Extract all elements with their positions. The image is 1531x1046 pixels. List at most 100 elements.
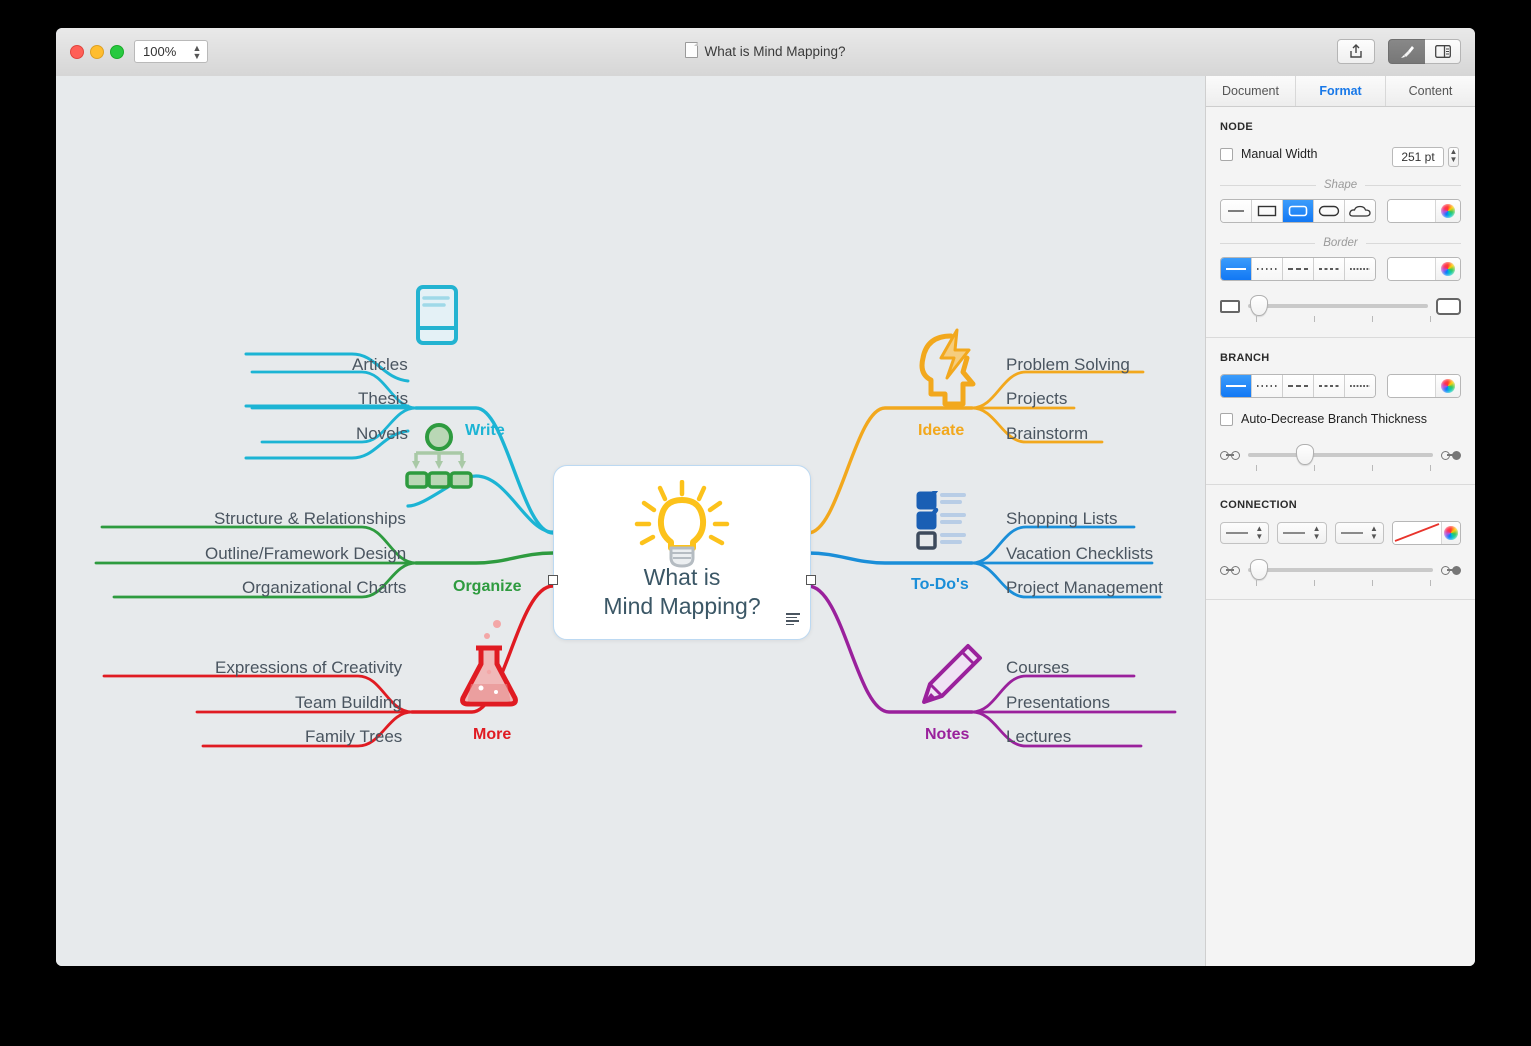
tab-document[interactable]: Document <box>1206 76 1296 106</box>
leaf-label-shopping-lists[interactable]: Shopping Lists <box>1006 509 1118 529</box>
window-title-area: What is Mind Mapping? <box>56 42 1475 59</box>
divider-connection-bottom <box>1206 599 1475 600</box>
shape-option-line[interactable] <box>1221 200 1252 222</box>
shape-option-rounded-rect[interactable] <box>1283 200 1314 222</box>
head-lightning-icon <box>919 328 976 407</box>
format-button[interactable] <box>1388 39 1426 64</box>
color-wheel-icon <box>1441 204 1455 218</box>
node-fill-swatch[interactable] <box>1388 200 1435 222</box>
corner-large-icon <box>1436 297 1461 315</box>
leaf-label-thesis[interactable]: Thesis <box>358 389 408 409</box>
branch-style-dashed-medium[interactable] <box>1314 375 1345 397</box>
connection-color-swatch[interactable] <box>1392 522 1441 544</box>
leaf-label-organizational-charts[interactable]: Organizational Charts <box>242 578 406 598</box>
shape-segmented-control[interactable] <box>1220 199 1376 223</box>
leaf-label-courses[interactable]: Courses <box>1006 658 1069 678</box>
leaf-label-brainstorm[interactable]: Brainstorm <box>1006 424 1088 444</box>
note-indicator-icon[interactable] <box>786 613 800 626</box>
border-corner-slider-knob[interactable] <box>1250 295 1268 316</box>
leaf-label-structure-relationships[interactable]: Structure & Relationships <box>214 509 406 529</box>
leaf-label-problem-solving[interactable]: Problem Solving <box>1006 355 1130 375</box>
border-style-dashed-medium[interactable] <box>1314 258 1345 280</box>
leaf-label-team-building[interactable]: Team Building <box>295 693 402 713</box>
border-corner-slider-track[interactable] <box>1248 295 1431 322</box>
leaf-label-projects[interactable]: Projects <box>1006 389 1067 409</box>
connection-style-row: ▲ ▼ ▲ ▼ ▲ ▼ <box>1220 521 1462 545</box>
border-style-dotted[interactable] <box>1252 258 1283 280</box>
border-color-swatch[interactable] <box>1388 258 1435 280</box>
branch-style-dashed-long[interactable] <box>1283 375 1314 397</box>
branch-label-notes[interactable]: Notes <box>925 726 969 744</box>
branch-style-dashed-fine[interactable] <box>1345 375 1375 397</box>
chevron-updown-icon: ▲ ▼ <box>1312 524 1321 541</box>
auto-decrease-checkbox[interactable] <box>1220 412 1233 426</box>
shape-option-rectangle[interactable] <box>1252 200 1283 222</box>
window-title: What is Mind Mapping? <box>704 44 846 59</box>
connection-line-style-popup[interactable]: ▲ ▼ <box>1277 522 1327 544</box>
line-preview-icon <box>1283 532 1306 534</box>
branch-thickness-slider-knob[interactable] <box>1296 444 1314 465</box>
manual-width-checkbox[interactable] <box>1220 147 1233 161</box>
branch-label-more[interactable]: More <box>473 726 511 744</box>
share-button[interactable] <box>1337 39 1375 64</box>
inspector-toggle-button[interactable] <box>1425 39 1461 64</box>
connection-line-end-popup[interactable]: ▲ ▼ <box>1334 522 1384 544</box>
thin-link-icon <box>1220 565 1240 575</box>
node-width-stepper[interactable]: ▲ ▼ <box>1448 147 1459 167</box>
border-colorwell[interactable] <box>1387 257 1461 281</box>
branch-label-todos[interactable]: To-Do's <box>911 576 969 594</box>
leaf-label-novels[interactable]: Novels <box>356 424 408 444</box>
leaf-label-expressions-of-creativity[interactable]: Expressions of Creativity <box>215 658 402 678</box>
resize-handle-right[interactable] <box>806 575 816 585</box>
shape-row <box>1220 199 1461 223</box>
resize-handle-left[interactable] <box>548 575 558 585</box>
leaf-label-presentations[interactable]: Presentations <box>1006 693 1110 713</box>
connection-line-start-popup[interactable]: ▲ ▼ <box>1220 522 1270 544</box>
mindmap-canvas[interactable]: Write Organize More Ideate To-Do's Notes… <box>56 76 1205 966</box>
shape-subsection-label: Shape <box>1220 179 1461 191</box>
tab-format[interactable]: Format <box>1296 76 1386 106</box>
color-wheel-icon <box>1443 526 1458 540</box>
branch-style-dotted[interactable] <box>1252 375 1283 397</box>
leaf-label-family-trees[interactable]: Family Trees <box>305 727 402 747</box>
hierarchy-icon <box>405 423 473 489</box>
leaf-label-project-management[interactable]: Project Management <box>1006 578 1163 598</box>
border-style-dashed-fine[interactable] <box>1345 258 1375 280</box>
tab-content[interactable]: Content <box>1386 76 1475 106</box>
connection-color-wheel[interactable] <box>1440 522 1461 544</box>
connection-thickness-slider-track[interactable] <box>1248 559 1433 586</box>
branch-color-swatch[interactable] <box>1388 375 1435 397</box>
chevron-updown-icon: ▲ ▼ <box>1255 524 1264 541</box>
leaf-label-articles[interactable]: Articles <box>352 355 408 375</box>
node-width-field[interactable]: 251 pt <box>1392 147 1444 167</box>
shape-option-pill[interactable] <box>1314 200 1345 222</box>
branch-color-wheel[interactable] <box>1435 375 1460 397</box>
border-row <box>1220 257 1461 281</box>
connection-thickness-slider-knob[interactable] <box>1250 559 1268 580</box>
branch-label-write[interactable]: Write <box>465 422 505 440</box>
branch-style-segmented-control[interactable] <box>1220 374 1376 398</box>
border-style-dashed-long[interactable] <box>1283 258 1314 280</box>
leaf-label-vacation-checklists[interactable]: Vacation Checklists <box>1006 544 1153 564</box>
section-title-branch: BRANCH <box>1220 352 1270 364</box>
branch-colorwell[interactable] <box>1387 374 1461 398</box>
node-fill-colorwell[interactable] <box>1387 199 1461 223</box>
leaf-label-lectures[interactable]: Lectures <box>1006 727 1071 747</box>
border-color-wheel[interactable] <box>1435 258 1460 280</box>
thick-link-icon <box>1441 565 1461 575</box>
auto-decrease-row[interactable]: Auto-Decrease Branch Thickness <box>1220 408 1461 430</box>
manual-width-label: Manual Width <box>1241 147 1318 161</box>
leaf-label-outline-framework-design[interactable]: Outline/Framework Design <box>205 544 406 564</box>
node-fill-color-wheel[interactable] <box>1435 200 1460 222</box>
branch-label-organize[interactable]: Organize <box>453 578 521 596</box>
connection-colorwell[interactable] <box>1391 521 1462 545</box>
branch-label-ideate[interactable]: Ideate <box>918 422 964 440</box>
color-wheel-icon <box>1441 379 1455 393</box>
shape-option-cloud[interactable] <box>1345 200 1375 222</box>
branch-thickness-slider-track[interactable] <box>1248 444 1433 471</box>
border-style-solid[interactable] <box>1221 258 1252 280</box>
central-node[interactable]: What is Mind Mapping? <box>553 465 811 640</box>
branch-style-solid[interactable] <box>1221 375 1252 397</box>
border-style-segmented-control[interactable] <box>1220 257 1376 281</box>
thick-link-icon <box>1441 450 1461 460</box>
